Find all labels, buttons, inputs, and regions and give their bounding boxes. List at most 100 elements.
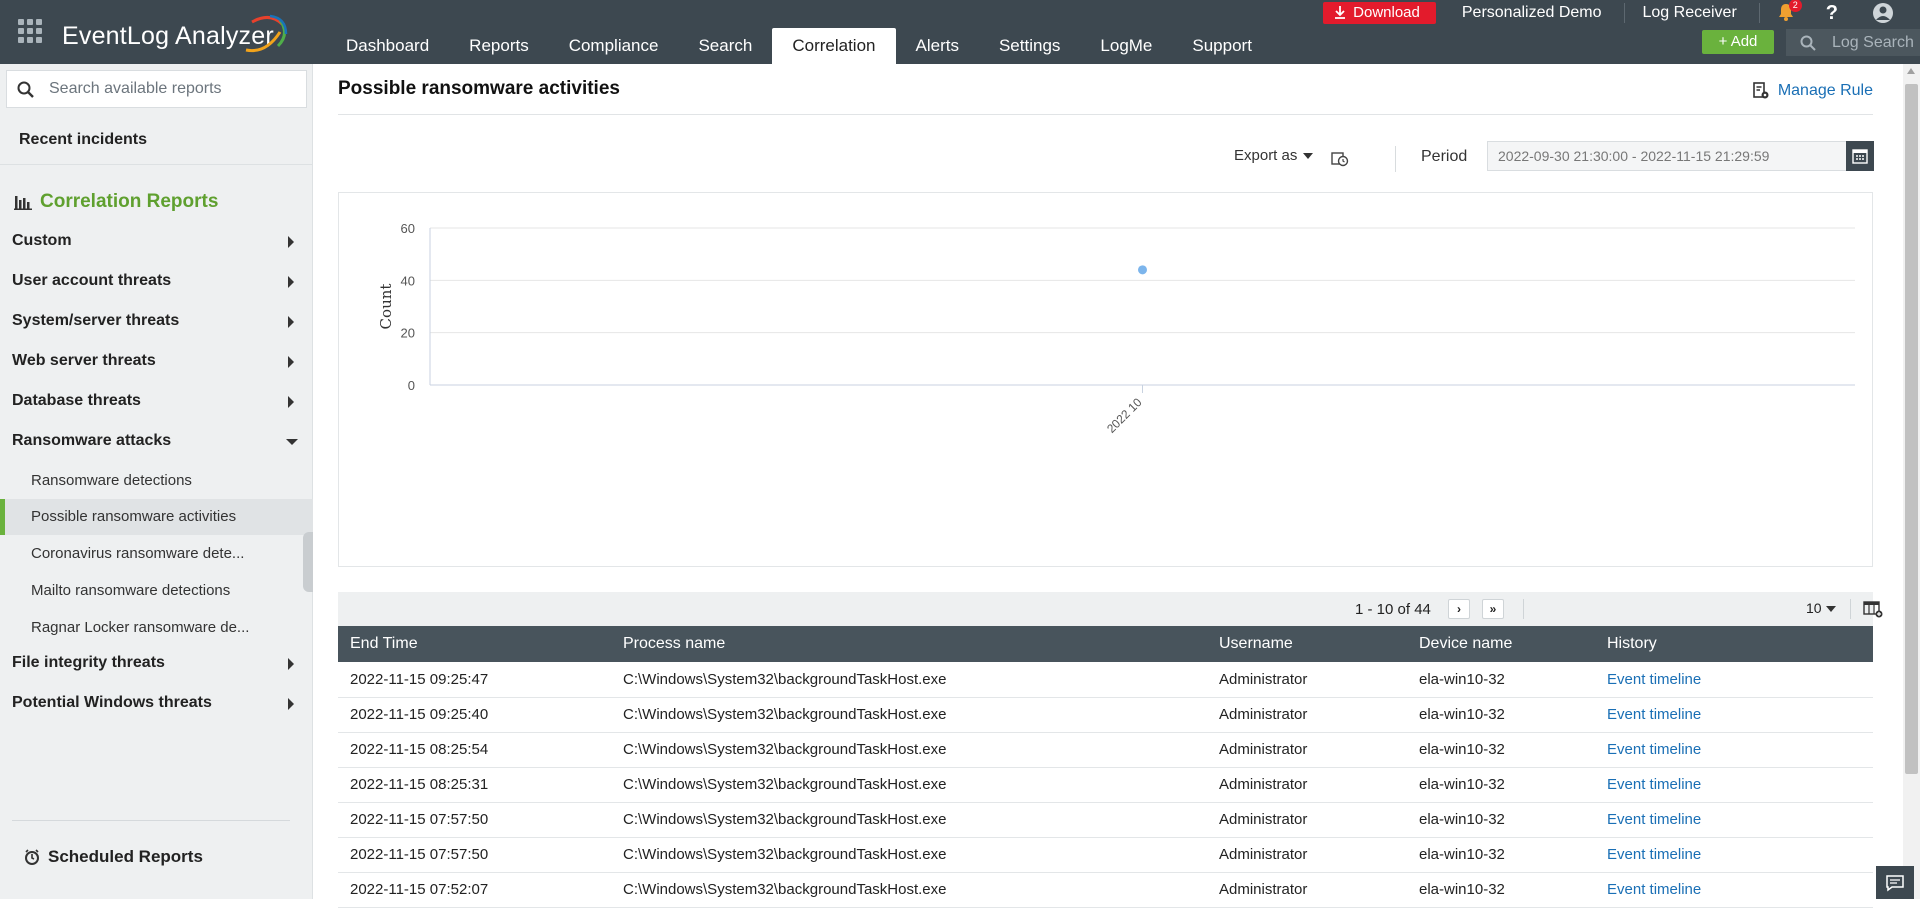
download-label: Download (1353, 4, 1420, 21)
download-icon (1335, 6, 1346, 19)
end-time-cell: 2022-11-15 07:57:50 (338, 802, 611, 838)
add-button[interactable]: + Add (1702, 30, 1774, 54)
category-ransomware-attacks[interactable]: Ransomware attacks (12, 432, 302, 454)
last-page-button[interactable]: » (1482, 599, 1504, 619)
nav-tab-compliance[interactable]: Compliance (549, 28, 679, 64)
device-name-cell: ela-win10-32 (1407, 732, 1595, 768)
log-search-box[interactable]: Log Search (1786, 29, 1920, 56)
nav-tab-search[interactable]: Search (678, 28, 772, 64)
event-timeline-link[interactable]: Event timeline (1595, 697, 1873, 733)
y-tick-label: 0 (408, 378, 415, 393)
category-label: Web server threats (12, 352, 156, 369)
table-row[interactable]: 2022-11-15 09:25:40 C:\Windows\System32\b… (338, 697, 1873, 733)
username-cell: Administrator (1207, 662, 1407, 698)
device-name-cell: ela-win10-32 (1407, 872, 1595, 908)
process-name-cell: C:\Windows\System32\backgroundTaskHost.e… (611, 802, 1207, 838)
calendar-button[interactable] (1846, 141, 1874, 171)
end-time-cell: 2022-11-15 08:25:31 (338, 767, 611, 803)
column-header-process-name[interactable]: Process name (611, 626, 1207, 662)
scrollbar-thumb[interactable] (1905, 84, 1918, 774)
category-user-account-threats[interactable]: User account threats (12, 272, 302, 294)
nav-tab-settings[interactable]: Settings (979, 28, 1080, 64)
nav-tab-logme[interactable]: LogMe (1080, 28, 1172, 64)
table-row[interactable]: 2022-11-15 07:57:50 C:\Windows\System32\b… (338, 802, 1873, 838)
category-potential-windows-threats[interactable]: Potential Windows threats (12, 694, 302, 716)
event-timeline-link[interactable]: Event timeline (1595, 872, 1873, 908)
report-mailto-ransomware[interactable]: Mailto ransomware detections (0, 573, 313, 609)
column-chooser-icon[interactable] (1863, 600, 1883, 618)
user-profile-icon[interactable] (1872, 2, 1894, 24)
log-search-placeholder: Log Search (1832, 34, 1914, 51)
table-row[interactable]: 2022-11-15 08:25:54 C:\Windows\System32\b… (338, 732, 1873, 768)
sidebar: Recent incidents Correlation Reports Cus… (0, 64, 313, 899)
category-system-server-threats[interactable]: System/server threats (12, 312, 302, 334)
schedule-report-icon[interactable] (1331, 151, 1349, 167)
username-cell: Administrator (1207, 802, 1407, 838)
manage-rule-link[interactable]: Manage Rule (1752, 82, 1873, 100)
event-timeline-link[interactable]: Event timeline (1595, 732, 1873, 768)
recent-incidents-link[interactable]: Recent incidents (19, 131, 147, 149)
chat-button[interactable] (1876, 866, 1914, 899)
table-row[interactable]: 2022-11-15 08:25:31 C:\Windows\System32\b… (338, 767, 1873, 803)
scroll-up-arrow-icon[interactable] (1907, 68, 1915, 74)
column-header-username[interactable]: Username (1207, 626, 1407, 662)
scheduled-reports-link[interactable]: Scheduled Reports (24, 847, 203, 867)
username-cell: Administrator (1207, 732, 1407, 768)
export-as-dropdown[interactable]: Export as (1234, 147, 1314, 164)
process-name-cell: C:\Windows\System32\backgroundTaskHost.e… (611, 732, 1207, 768)
report-ragnar-locker-ransomware[interactable]: Ragnar Locker ransomware de... (0, 610, 313, 646)
category-custom[interactable]: Custom (12, 232, 302, 254)
report-search-input[interactable] (47, 79, 297, 99)
y-tick-label: 20 (401, 326, 415, 341)
nav-tab-alerts[interactable]: Alerts (896, 28, 979, 64)
help-icon[interactable]: ? (1826, 2, 1838, 25)
nav-tab-correlation[interactable]: Correlation (772, 28, 896, 64)
nav-tab-dashboard[interactable]: Dashboard (326, 28, 449, 64)
nav-tab-reports[interactable]: Reports (449, 28, 549, 64)
category-label: System/server threats (12, 312, 180, 329)
event-timeline-link[interactable]: Event timeline (1595, 662, 1873, 698)
category-label: Database threats (12, 392, 141, 409)
report-possible-ransomware-activities[interactable]: Possible ransomware activities (0, 499, 313, 535)
category-file-integrity-threats[interactable]: File integrity threats (12, 654, 302, 676)
username-cell: Administrator (1207, 767, 1407, 803)
log-receiver-link[interactable]: Log Receiver (1643, 4, 1737, 22)
event-timeline-link[interactable]: Event timeline (1595, 767, 1873, 803)
table-row[interactable]: 2022-11-15 07:52:07 C:\Windows\System32\b… (338, 872, 1873, 908)
sidebar-collapse-handle[interactable] (303, 532, 313, 592)
calendar-icon (1852, 149, 1868, 164)
download-button[interactable]: Download (1323, 2, 1436, 24)
caret-right-icon (288, 236, 294, 248)
period-range-input[interactable]: 2022-09-30 21:30:00 - 2022-11-15 21:29:5… (1487, 141, 1849, 171)
report-ransomware-detections[interactable]: Ransomware detections (0, 463, 313, 499)
notifications-bell-icon[interactable]: 2 (1778, 0, 1802, 23)
y-axis-label: Count (377, 284, 395, 330)
personalized-demo-link[interactable]: Personalized Demo (1462, 4, 1602, 22)
chat-icon (1886, 874, 1904, 891)
column-header-history[interactable]: History (1595, 626, 1873, 662)
event-timeline-link[interactable]: Event timeline (1595, 837, 1873, 873)
report-coronavirus-ransomware[interactable]: Coronavirus ransomware dete... (0, 536, 313, 572)
page-scrollbar[interactable] (1903, 64, 1920, 899)
process-name-cell: C:\Windows\System32\backgroundTaskHost.e… (611, 767, 1207, 803)
event-timeline-link[interactable]: Event timeline (1595, 802, 1873, 838)
scheduled-reports-label: Scheduled Reports (48, 847, 203, 866)
caret-right-icon (288, 698, 294, 710)
table-row[interactable]: 2022-11-15 07:57:50 C:\Windows\System32\b… (338, 837, 1873, 873)
end-time-cell: 2022-11-15 09:25:40 (338, 697, 611, 733)
category-database-threats[interactable]: Database threats (12, 392, 302, 414)
column-header-end-time[interactable]: End Time (338, 626, 611, 662)
username-cell: Administrator (1207, 697, 1407, 733)
results-table: End Time Process name Username Device na… (338, 626, 1873, 908)
rows-per-page-dropdown[interactable]: 10 (1806, 600, 1836, 616)
process-name-cell: C:\Windows\System32\backgroundTaskHost.e… (611, 872, 1207, 908)
category-label: User account threats (12, 272, 172, 289)
table-row[interactable]: 2022-11-15 09:25:47 C:\Windows\System32\b… (338, 662, 1873, 698)
search-icon (17, 81, 34, 98)
nav-tab-support[interactable]: Support (1172, 28, 1272, 64)
device-name-cell: ela-win10-32 (1407, 802, 1595, 838)
column-header-device-name[interactable]: Device name (1407, 626, 1595, 662)
next-page-button[interactable]: › (1448, 599, 1470, 619)
apps-grid-icon[interactable] (18, 19, 42, 43)
category-web-server-threats[interactable]: Web server threats (12, 352, 302, 374)
